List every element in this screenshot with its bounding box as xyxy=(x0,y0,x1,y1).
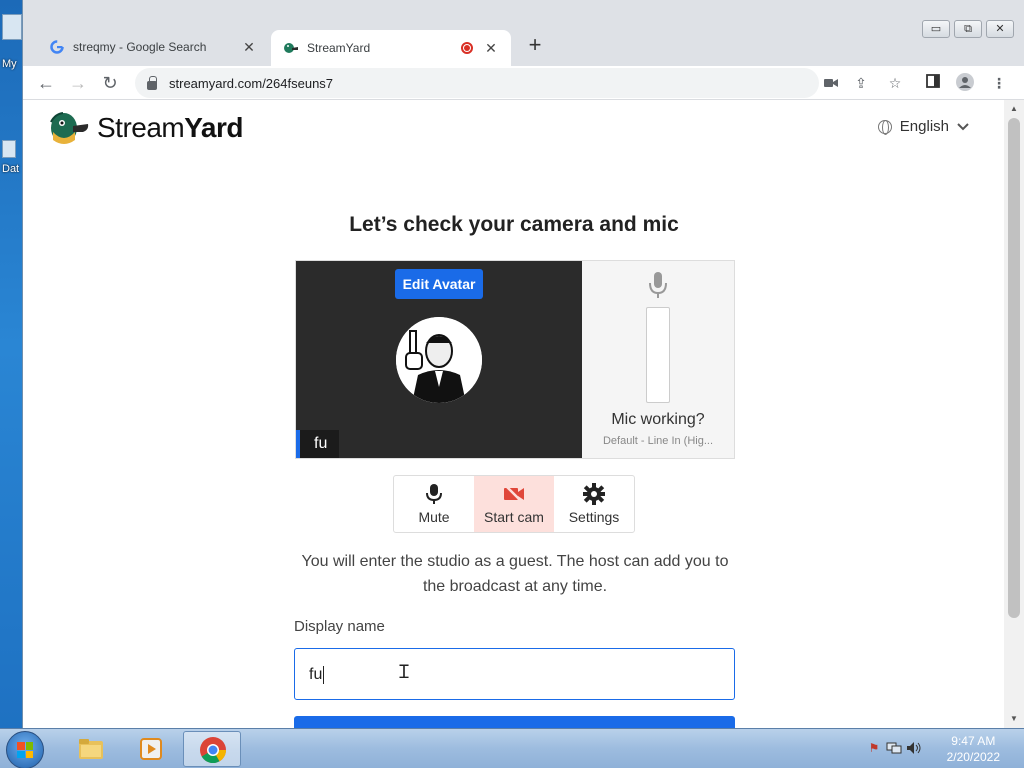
google-icon xyxy=(49,39,65,55)
clock-time: 9:47 AM xyxy=(951,734,996,748)
settings-label: Settings xyxy=(568,509,620,525)
mic-check-panel: Mic working? Default - Line In (Hig... xyxy=(582,261,734,458)
chrome-icon xyxy=(200,737,227,764)
camera-off-icon xyxy=(504,484,524,504)
camera-permission-icon[interactable] xyxy=(821,73,841,93)
tab-strip: streqmy - Google Search ✕ StreamYard ✕ +… xyxy=(23,0,1024,66)
duck-logo-icon xyxy=(50,112,89,144)
reload-icon[interactable]: ↻ xyxy=(97,70,123,96)
settings-button[interactable]: Settings xyxy=(554,476,634,532)
scroll-thumb[interactable] xyxy=(1008,118,1020,618)
folder-icon xyxy=(79,739,103,759)
participant-name-tag: fu xyxy=(296,430,340,458)
window-controls: ▭ ⧉ ✕ xyxy=(922,20,1014,38)
mic-device-label: Default - Line In (Hig... xyxy=(602,435,714,447)
mute-label: Mute xyxy=(418,509,450,525)
action-center-flag-icon[interactable]: ⚑ xyxy=(866,741,882,757)
system-tray: ⚑ 9:47 AM 2/20/2022 xyxy=(854,729,1024,768)
system-clock[interactable]: 9:47 AM 2/20/2022 xyxy=(947,733,1000,765)
enter-studio-button[interactable] xyxy=(294,716,735,728)
tab-title: StreamYard xyxy=(307,41,371,55)
logo-text: StreamYard xyxy=(97,112,243,143)
mute-button[interactable]: Mute xyxy=(394,476,474,532)
media-player-icon xyxy=(140,738,162,760)
tab-streamyard[interactable]: StreamYard ✕ xyxy=(271,30,511,66)
volume-icon[interactable] xyxy=(906,741,922,757)
windows-logo-icon xyxy=(17,742,33,758)
media-controls: Mute Start cam Settings xyxy=(393,475,635,533)
close-tab-icon[interactable]: ✕ xyxy=(241,39,257,56)
side-panel-icon[interactable] xyxy=(923,73,943,93)
taskbar: ⚑ 9:47 AM 2/20/2022 xyxy=(0,728,1024,768)
camera-preview: Edit Avatar fu xyxy=(296,261,582,458)
scroll-down-icon[interactable]: ▼ xyxy=(1004,712,1024,726)
avatar xyxy=(396,317,482,403)
clock-date: 2/20/2022 xyxy=(946,750,1000,764)
display-name-value: fu xyxy=(309,666,323,683)
scroll-up-icon[interactable]: ▲ xyxy=(1004,102,1024,116)
data-desktop-icon[interactable] xyxy=(2,140,16,158)
taskbar-explorer[interactable] xyxy=(62,731,120,767)
edit-avatar-button[interactable]: Edit Avatar xyxy=(395,269,483,299)
page-viewport: StreamYard English Let’s check your came… xyxy=(23,100,1005,728)
tab-google-search[interactable]: streqmy - Google Search ✕ xyxy=(37,32,269,62)
display-name-label: Display name xyxy=(294,618,385,635)
mic-working-label: Mic working? xyxy=(611,411,705,428)
desktop-icon-label: My xyxy=(2,58,17,70)
address-bar[interactable]: streamyard.com/264fseuns7 xyxy=(135,68,819,98)
bookmark-star-icon[interactable]: ☆ xyxy=(885,73,905,93)
start-cam-button[interactable]: Start cam xyxy=(474,476,554,532)
globe-icon xyxy=(877,119,892,135)
profile-avatar-icon[interactable] xyxy=(955,73,975,93)
share-icon[interactable]: ⇪ xyxy=(851,73,871,93)
media-preview: Edit Avatar fu Mic working? Default - Li… xyxy=(295,260,735,459)
text-caret xyxy=(323,665,325,684)
guest-notice: You will enter the studio as a guest. Th… xyxy=(301,553,729,595)
browser-toolbar: ← → ↻ streamyard.com/264fseuns7 ⇪ ☆ ⋮ xyxy=(23,66,1024,100)
streamyard-logo[interactable]: StreamYard xyxy=(49,110,243,146)
display-name-input[interactable]: fu xyxy=(294,648,735,700)
desktop-icon-label: Dat xyxy=(2,163,20,175)
minimize-button[interactable]: ▭ xyxy=(922,20,950,38)
lock-icon xyxy=(147,75,157,90)
network-icon[interactable] xyxy=(886,741,902,757)
taskbar-media-player[interactable] xyxy=(122,731,180,767)
taskbar-chrome[interactable] xyxy=(183,731,241,767)
start-cam-label: Start cam xyxy=(484,509,544,525)
desktop-edge: My Dat xyxy=(0,0,22,730)
start-button[interactable] xyxy=(6,731,44,768)
gear-icon xyxy=(583,483,605,505)
chevron-down-icon xyxy=(957,120,969,134)
recording-indicator-icon xyxy=(461,42,473,54)
close-tab-icon[interactable]: ✕ xyxy=(483,40,499,57)
language-selector[interactable]: English xyxy=(877,118,969,135)
new-tab-button[interactable]: + xyxy=(523,34,547,58)
microphone-icon xyxy=(649,272,667,298)
page-title: Let’s check your camera and mic xyxy=(349,213,679,236)
close-window-button[interactable]: ✕ xyxy=(986,20,1014,38)
language-label: English xyxy=(899,118,949,135)
computer-desktop-icon[interactable] xyxy=(2,14,22,40)
url-text: streamyard.com/264fseuns7 xyxy=(169,75,334,91)
ibeam-cursor-icon: Ｉ xyxy=(395,662,413,682)
streamyard-icon xyxy=(283,40,299,56)
microphone-icon xyxy=(426,484,442,504)
back-icon[interactable]: ← xyxy=(33,70,59,96)
forward-icon[interactable]: → xyxy=(65,70,91,96)
more-menu-icon[interactable]: ⋮ xyxy=(989,73,1009,93)
mic-level-meter xyxy=(646,307,670,403)
browser-window: streqmy - Google Search ✕ StreamYard ✕ +… xyxy=(22,0,1024,728)
tab-title: streqmy - Google Search xyxy=(73,40,207,54)
page-scrollbar[interactable]: ▲ ▼ xyxy=(1004,100,1024,728)
maximize-button[interactable]: ⧉ xyxy=(954,20,982,38)
